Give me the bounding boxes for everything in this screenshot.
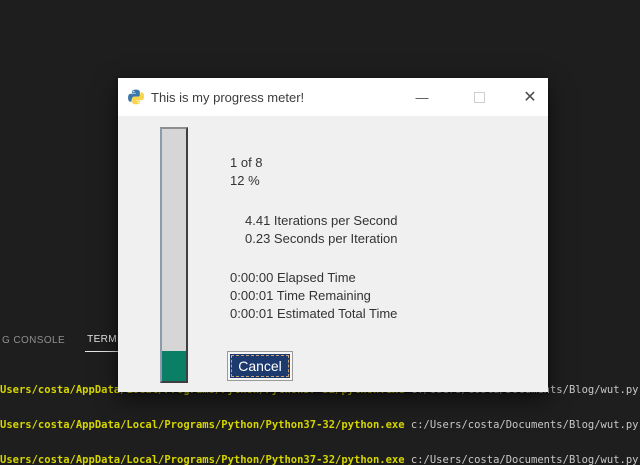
count-text: 1 of 8 xyxy=(230,155,398,173)
terminal-line: Users/costa/AppData/Local/Programs/Pytho… xyxy=(0,455,640,465)
progress-fill xyxy=(162,351,186,381)
estimated-total-time: 0:00:01 Estimated Total Time xyxy=(230,306,398,324)
progress-meter-window: This is my progress meter! — ✕ 1 of 8 12… xyxy=(118,78,548,392)
percent-text: 12 % xyxy=(230,173,398,191)
minimize-button[interactable]: — xyxy=(400,78,444,116)
terminal-arg: c:/Users/costa/Documents/Blog/wut.py xyxy=(405,455,639,465)
maximize-icon xyxy=(474,92,485,103)
progress-stats: 1 of 8 12 % 4.41 Iterations per Second 0… xyxy=(230,155,398,324)
terminal-arg: c:/Users/costa/Documents/Blog/wut.py xyxy=(405,420,639,431)
time-remaining: 0:00:01 Time Remaining xyxy=(230,288,398,306)
close-button[interactable]: ✕ xyxy=(508,78,552,116)
iterations-per-second: 4.41 Iterations per Second xyxy=(230,213,398,231)
terminal-exe-path: Users/costa/AppData/Local/Programs/Pytho… xyxy=(0,455,405,465)
progress-bar-track xyxy=(160,127,188,383)
terminal-line: Users/costa/AppData/Local/Programs/Pytho… xyxy=(0,420,640,432)
python-icon xyxy=(128,89,144,105)
dialog-titlebar[interactable]: This is my progress meter! — ✕ xyxy=(118,78,548,116)
cancel-button-label: Cancel xyxy=(238,358,282,374)
terminal-exe-path: Users/costa/AppData/Local/Programs/Pytho… xyxy=(0,420,405,431)
elapsed-time: 0:00:00 Elapsed Time xyxy=(230,270,398,288)
seconds-per-iteration: 0.23 Seconds per Iteration xyxy=(230,231,398,249)
maximize-button[interactable] xyxy=(457,78,501,116)
tab-debug-console[interactable]: G CONSOLE xyxy=(0,331,67,352)
cancel-button[interactable]: Cancel xyxy=(228,352,292,380)
